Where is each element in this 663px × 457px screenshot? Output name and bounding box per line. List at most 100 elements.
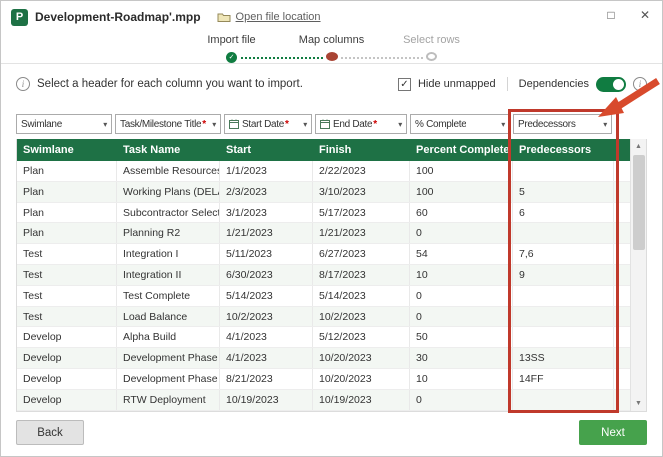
table-cell: 0	[410, 390, 513, 410]
table-cell: 1/1/2023	[220, 161, 313, 181]
maximize-button[interactable]: □	[594, 1, 628, 29]
scroll-up-button[interactable]: ▲	[631, 139, 646, 154]
required-asterisk: *	[285, 119, 289, 130]
table-cell	[513, 327, 614, 347]
mapping-dropdown-start-date[interactable]: Start Date*▾	[224, 114, 312, 134]
table-row[interactable]: TestLoad Balance10/2/202310/2/20230	[17, 307, 630, 328]
table-cell-filler	[614, 223, 631, 243]
table-row[interactable]: DevelopRTW Deployment10/19/202310/19/202…	[17, 390, 630, 411]
column-header-swimlane: Swimlane	[17, 139, 117, 161]
table-cell: Plan	[17, 182, 117, 202]
table-row[interactable]: PlanSubcontractor Selection3/1/20235/17/…	[17, 203, 630, 224]
table-cell: 4/1/2023	[220, 348, 313, 368]
step-connector	[341, 57, 423, 59]
table-cell	[513, 307, 614, 327]
table-cell: 10/20/2023	[313, 348, 410, 368]
dependencies-toggle[interactable]	[596, 77, 626, 92]
column-header-filler	[614, 139, 631, 161]
step-label: Map columns	[299, 33, 364, 47]
mapping-dropdown-swimlane[interactable]: Swimlane▾	[16, 114, 112, 134]
table-row[interactable]: PlanPlanning R21/21/20231/21/20230	[17, 223, 630, 244]
table-cell	[513, 161, 614, 181]
table-cell: Plan	[17, 161, 117, 181]
table-cell: Test	[17, 265, 117, 285]
dropdown-label: Predecessors	[518, 119, 576, 130]
table-cell: 3/1/2023	[220, 203, 313, 223]
table-cell: 14FF	[513, 369, 614, 389]
table-cell: 5	[513, 182, 614, 202]
toggle-knob	[613, 79, 624, 90]
chevron-down-icon: ▾	[300, 120, 307, 129]
table-cell: 10	[410, 265, 513, 285]
dependencies-info-icon[interactable]: i	[633, 77, 647, 91]
table-cell: 10/19/2023	[313, 390, 410, 410]
table-cell: 4/1/2023	[220, 327, 313, 347]
table-cell-filler	[614, 307, 631, 327]
table-row[interactable]: DevelopAlpha Build4/1/20235/12/202350	[17, 327, 630, 348]
mapping-dropdown-end-date[interactable]: End Date*▾	[315, 114, 407, 134]
table-cell: 10/19/2023	[220, 390, 313, 410]
table-cell: Develop	[17, 369, 117, 389]
next-button[interactable]: Next	[579, 420, 647, 445]
table-row[interactable]: PlanWorking Plans (DELAY...2/3/20233/10/…	[17, 182, 630, 203]
step-connector	[241, 57, 323, 59]
titlebar: P Development-Roadmap'.mpp Open file loc…	[1, 1, 662, 33]
info-icon: i	[16, 77, 30, 91]
table-cell: 60	[410, 203, 513, 223]
table-cell: 8/21/2023	[220, 369, 313, 389]
table-cell: Test	[17, 244, 117, 264]
dropdown-label: Task/Milestone Title	[120, 119, 201, 130]
table-cell: 10/2/2023	[220, 307, 313, 327]
table-cell: Integration I	[117, 244, 220, 264]
open-file-location-link[interactable]: Open file location	[236, 11, 321, 23]
mapping-dropdown-complete[interactable]: % Complete▾	[410, 114, 510, 134]
scroll-down-button[interactable]: ▼	[631, 396, 646, 411]
table-cell: Development Phase II	[117, 369, 220, 389]
table-cell: Test	[17, 307, 117, 327]
table-row[interactable]: PlanAssemble Resources1/1/20232/22/20231…	[17, 161, 630, 182]
step-label: Select rows	[403, 33, 460, 47]
table-cell: 10/20/2023	[313, 369, 410, 389]
table-cell-filler	[614, 265, 631, 285]
close-button[interactable]: ✕	[628, 1, 662, 29]
table-cell: Develop	[17, 390, 117, 410]
mapping-dropdown-predecessors[interactable]: Predecessors▾	[513, 114, 612, 134]
step-dot-done: ✓	[226, 52, 237, 63]
mapping-dropdown-task-milestone-title[interactable]: Task/Milestone Title*▾	[115, 114, 221, 134]
table-cell: Subcontractor Selection	[117, 203, 220, 223]
table-row[interactable]: TestTest Complete5/14/20235/14/20230	[17, 286, 630, 307]
table-cell: 13SS	[513, 348, 614, 368]
back-button[interactable]: Back	[16, 420, 84, 445]
column-header-finish: Finish	[313, 139, 410, 161]
table-cell-filler	[614, 390, 631, 410]
scrollbar-thumb[interactable]	[633, 155, 645, 250]
table-body: PlanAssemble Resources1/1/20232/22/20231…	[17, 161, 646, 411]
step-select-rows[interactable]: Select rows	[382, 33, 482, 61]
folder-icon	[217, 12, 231, 23]
table-cell-filler	[614, 286, 631, 306]
import-table: SwimlaneTask NameStartFinishPercent Comp…	[16, 139, 647, 412]
table-cell: Planning R2	[117, 223, 220, 243]
table-cell: 1/21/2023	[220, 223, 313, 243]
table-cell: 0	[410, 286, 513, 306]
table-cell: 5/14/2023	[313, 286, 410, 306]
table-scrollbar[interactable]: ▲ ▼	[630, 139, 646, 411]
dropdown-label: End Date	[333, 119, 372, 130]
table-cell: Assemble Resources	[117, 161, 220, 181]
table-cell: 5/17/2023	[313, 203, 410, 223]
column-header-predecessors: Predecessors	[513, 139, 614, 161]
table-cell: 6/27/2023	[313, 244, 410, 264]
table-cell: 100	[410, 182, 513, 202]
table-cell: RTW Deployment	[117, 390, 220, 410]
table-cell: Test	[17, 286, 117, 306]
table-row[interactable]: TestIntegration II6/30/20238/17/2023109	[17, 265, 630, 286]
hide-unmapped-checkbox[interactable]: ✓	[398, 78, 411, 91]
table-cell: 10/2/2023	[313, 307, 410, 327]
import-wizard-window: P Development-Roadmap'.mpp Open file loc…	[0, 0, 663, 457]
table-cell: Test Complete	[117, 286, 220, 306]
table-row[interactable]: TestIntegration I5/11/20236/27/2023547,6	[17, 244, 630, 265]
table-cell: Develop	[17, 327, 117, 347]
table-row[interactable]: DevelopDevelopment Phase II8/21/202310/2…	[17, 369, 630, 390]
table-cell-filler	[614, 369, 631, 389]
table-row[interactable]: DevelopDevelopment Phase I4/1/202310/20/…	[17, 348, 630, 369]
